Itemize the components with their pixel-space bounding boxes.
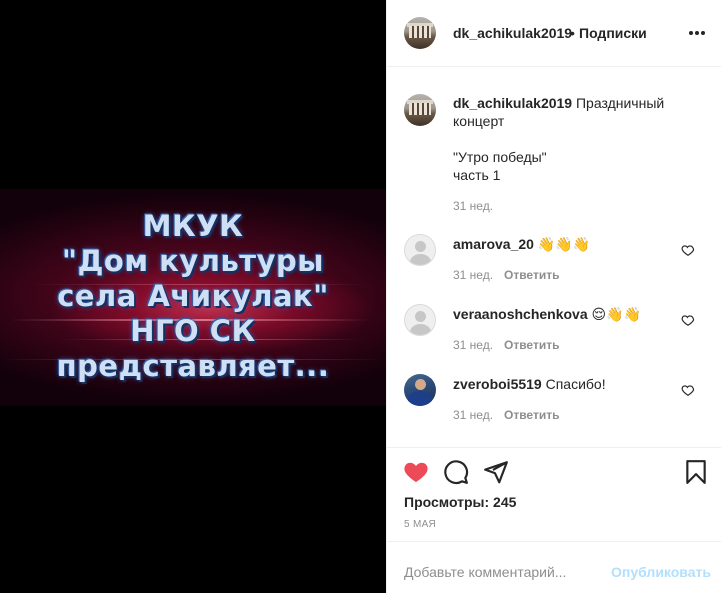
heart-outline-icon[interactable] [681,313,695,327]
video-line: "Дом культуры [61,244,325,278]
caption-text: "Утро победы" [453,149,547,165]
comment-timestamp[interactable]: 31 нед. [453,268,493,282]
caption-text: Праздничный [575,95,665,111]
video-line: МКУК [142,209,244,243]
post-side-panel: dk_achikulak2019 • Подписки dk_achikulak… [386,0,721,593]
views-count[interactable]: Просмотры: 245 [404,494,516,510]
comment-icon[interactable] [443,459,469,485]
heart-filled-icon[interactable] [403,459,429,485]
comment-timestamp[interactable]: 31 нед. [453,338,493,352]
video-title-text: МКУК "Дом культуры села Ачикулак" НГО СК… [0,209,386,384]
comment-line: zveroboi5519 Спасибо! [453,376,606,392]
video-line: НГО СК [130,314,256,348]
avatar[interactable] [404,374,436,406]
post-header: dk_achikulak2019 • Подписки [387,0,721,67]
video-line: представляет... [56,349,330,383]
reply-button[interactable]: Ответить [504,408,559,422]
video-line: села Ачикулак" [57,279,329,313]
caption-text: концерт [453,113,505,129]
comment-timestamp[interactable]: 31 нед. [453,408,493,422]
comment-line: veraanoshchenkova 😌👋👋 [453,306,641,323]
comment-username-link[interactable]: zveroboi5519 [453,376,542,392]
header-username-link[interactable]: dk_achikulak2019 [453,25,572,41]
more-horizontal-icon[interactable] [687,31,707,36]
comment-username-link[interactable]: veraanoshchenkova [453,306,588,322]
comment-text: Спасибо! [545,376,606,392]
add-comment-input[interactable] [404,564,604,580]
share-icon[interactable] [483,459,509,485]
caption-text: часть 1 [453,167,501,183]
add-comment-bar: Опубликовать [387,541,721,593]
publish-button[interactable]: Опубликовать [611,564,711,580]
comment-line: amarova_20 👋👋👋 [453,236,590,253]
comment-username-link[interactable]: amarova_20 [453,236,534,252]
bookmark-icon[interactable] [683,459,709,485]
avatar[interactable] [404,17,436,49]
avatar[interactable] [404,234,436,266]
caption-username-link[interactable]: dk_achikulak2019 [453,95,572,111]
caption-first-line: dk_achikulak2019 Праздничный [453,95,664,111]
post-date[interactable]: 5 МАЯ [404,519,436,530]
reply-button[interactable]: Ответить [504,338,559,352]
reply-button[interactable]: Ответить [504,268,559,282]
post-media[interactable]: МКУК "Дом культуры села Ачикулак" НГО СК… [0,0,386,593]
heart-outline-icon[interactable] [681,243,695,257]
header-separator-dot: • [570,25,575,41]
actions-divider [387,447,721,448]
comment-text: 😌👋👋 [591,306,641,322]
following-button[interactable]: Подписки [579,25,647,41]
avatar[interactable] [404,304,436,336]
avatar[interactable] [404,94,436,126]
heart-outline-icon[interactable] [681,383,695,397]
video-frame[interactable]: МКУК "Дом культуры села Ачикулак" НГО СК… [0,189,386,406]
caption-timestamp[interactable]: 31 нед. [453,199,493,213]
comment-text: 👋👋👋 [537,236,591,252]
